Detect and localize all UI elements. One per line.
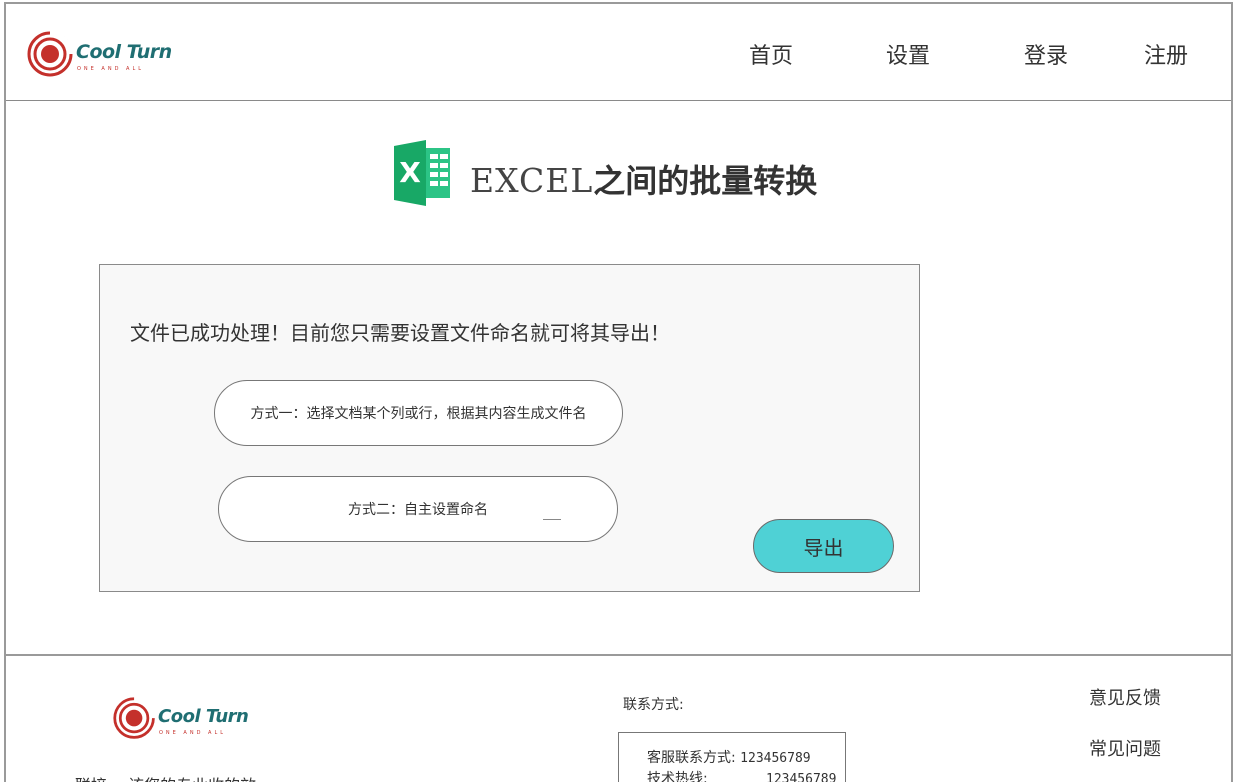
contact-row-label: 技术热线: [647,771,708,782]
excel-icon: X [394,140,450,206]
footer-clipped-text: 联接一 该您的专业收的效 [75,772,256,782]
cool-turn-logo-icon [27,31,73,77]
brand-tagline: ONE AND ALL [77,66,145,72]
footer-brand-tagline: ONE AND ALL [159,730,227,736]
brand-name: Cool Turn [76,41,172,63]
feedback-link[interactable]: 意见反馈 [1089,684,1161,710]
header: Cool Turn ONE AND ALL 首页 设置 登录 注册 [6,4,1231,101]
naming-panel: 文件已成功处理！目前您只需要设置文件命名就可将其导出！ 方式一：选择文档某个列或… [99,264,920,592]
success-message: 文件已成功处理！目前您只需要设置文件命名就可将其导出！ [130,321,670,345]
page-heading: EXCEL之间的批量转换 [470,156,817,202]
page-heading-zh: 之间的批量转换 [593,162,818,200]
footer-divider [6,654,1231,656]
footer-brand-name: Cool Turn [158,706,249,727]
nav-login[interactable]: 登录 [1024,38,1068,70]
option-column-row-naming-button[interactable]: 方式一：选择文档某个列或行，根据其内容生成文件名 [214,380,623,446]
option-custom-naming-label: 方式二：自主设置命名 [348,502,488,518]
export-button[interactable]: 导出 [753,519,894,573]
nav-home[interactable]: 首页 [749,38,793,70]
faq-link[interactable]: 常见问题 [1089,735,1161,761]
contact-box: 客服联系方式: 123456789 技术热线: 123456789 [618,732,846,782]
option-custom-naming-button[interactable]: 方式二：自主设置命名 [218,476,618,542]
svg-text:X: X [399,156,421,189]
page-heading-latin: EXCEL [470,161,594,200]
nav-settings[interactable]: 设置 [886,38,930,70]
brand-logo[interactable]: Cool Turn ONE AND ALL [26,30,196,80]
contact-row-value: 123456789 [740,751,811,766]
contact-row: 技术热线: 123456789 [647,768,836,782]
footer-brand-logo[interactable]: Cool Turn ONE AND ALL [112,694,262,744]
contact-label: 联系方式: [623,697,684,713]
contact-row: 客服联系方式: 123456789 [647,747,811,767]
nav-register[interactable]: 注册 [1144,38,1188,70]
cool-turn-logo-icon [113,696,156,739]
text-cursor-line [543,519,561,520]
contact-row-value: 123456789 [766,772,837,782]
contact-row-label: 客服联系方式: [647,750,736,766]
